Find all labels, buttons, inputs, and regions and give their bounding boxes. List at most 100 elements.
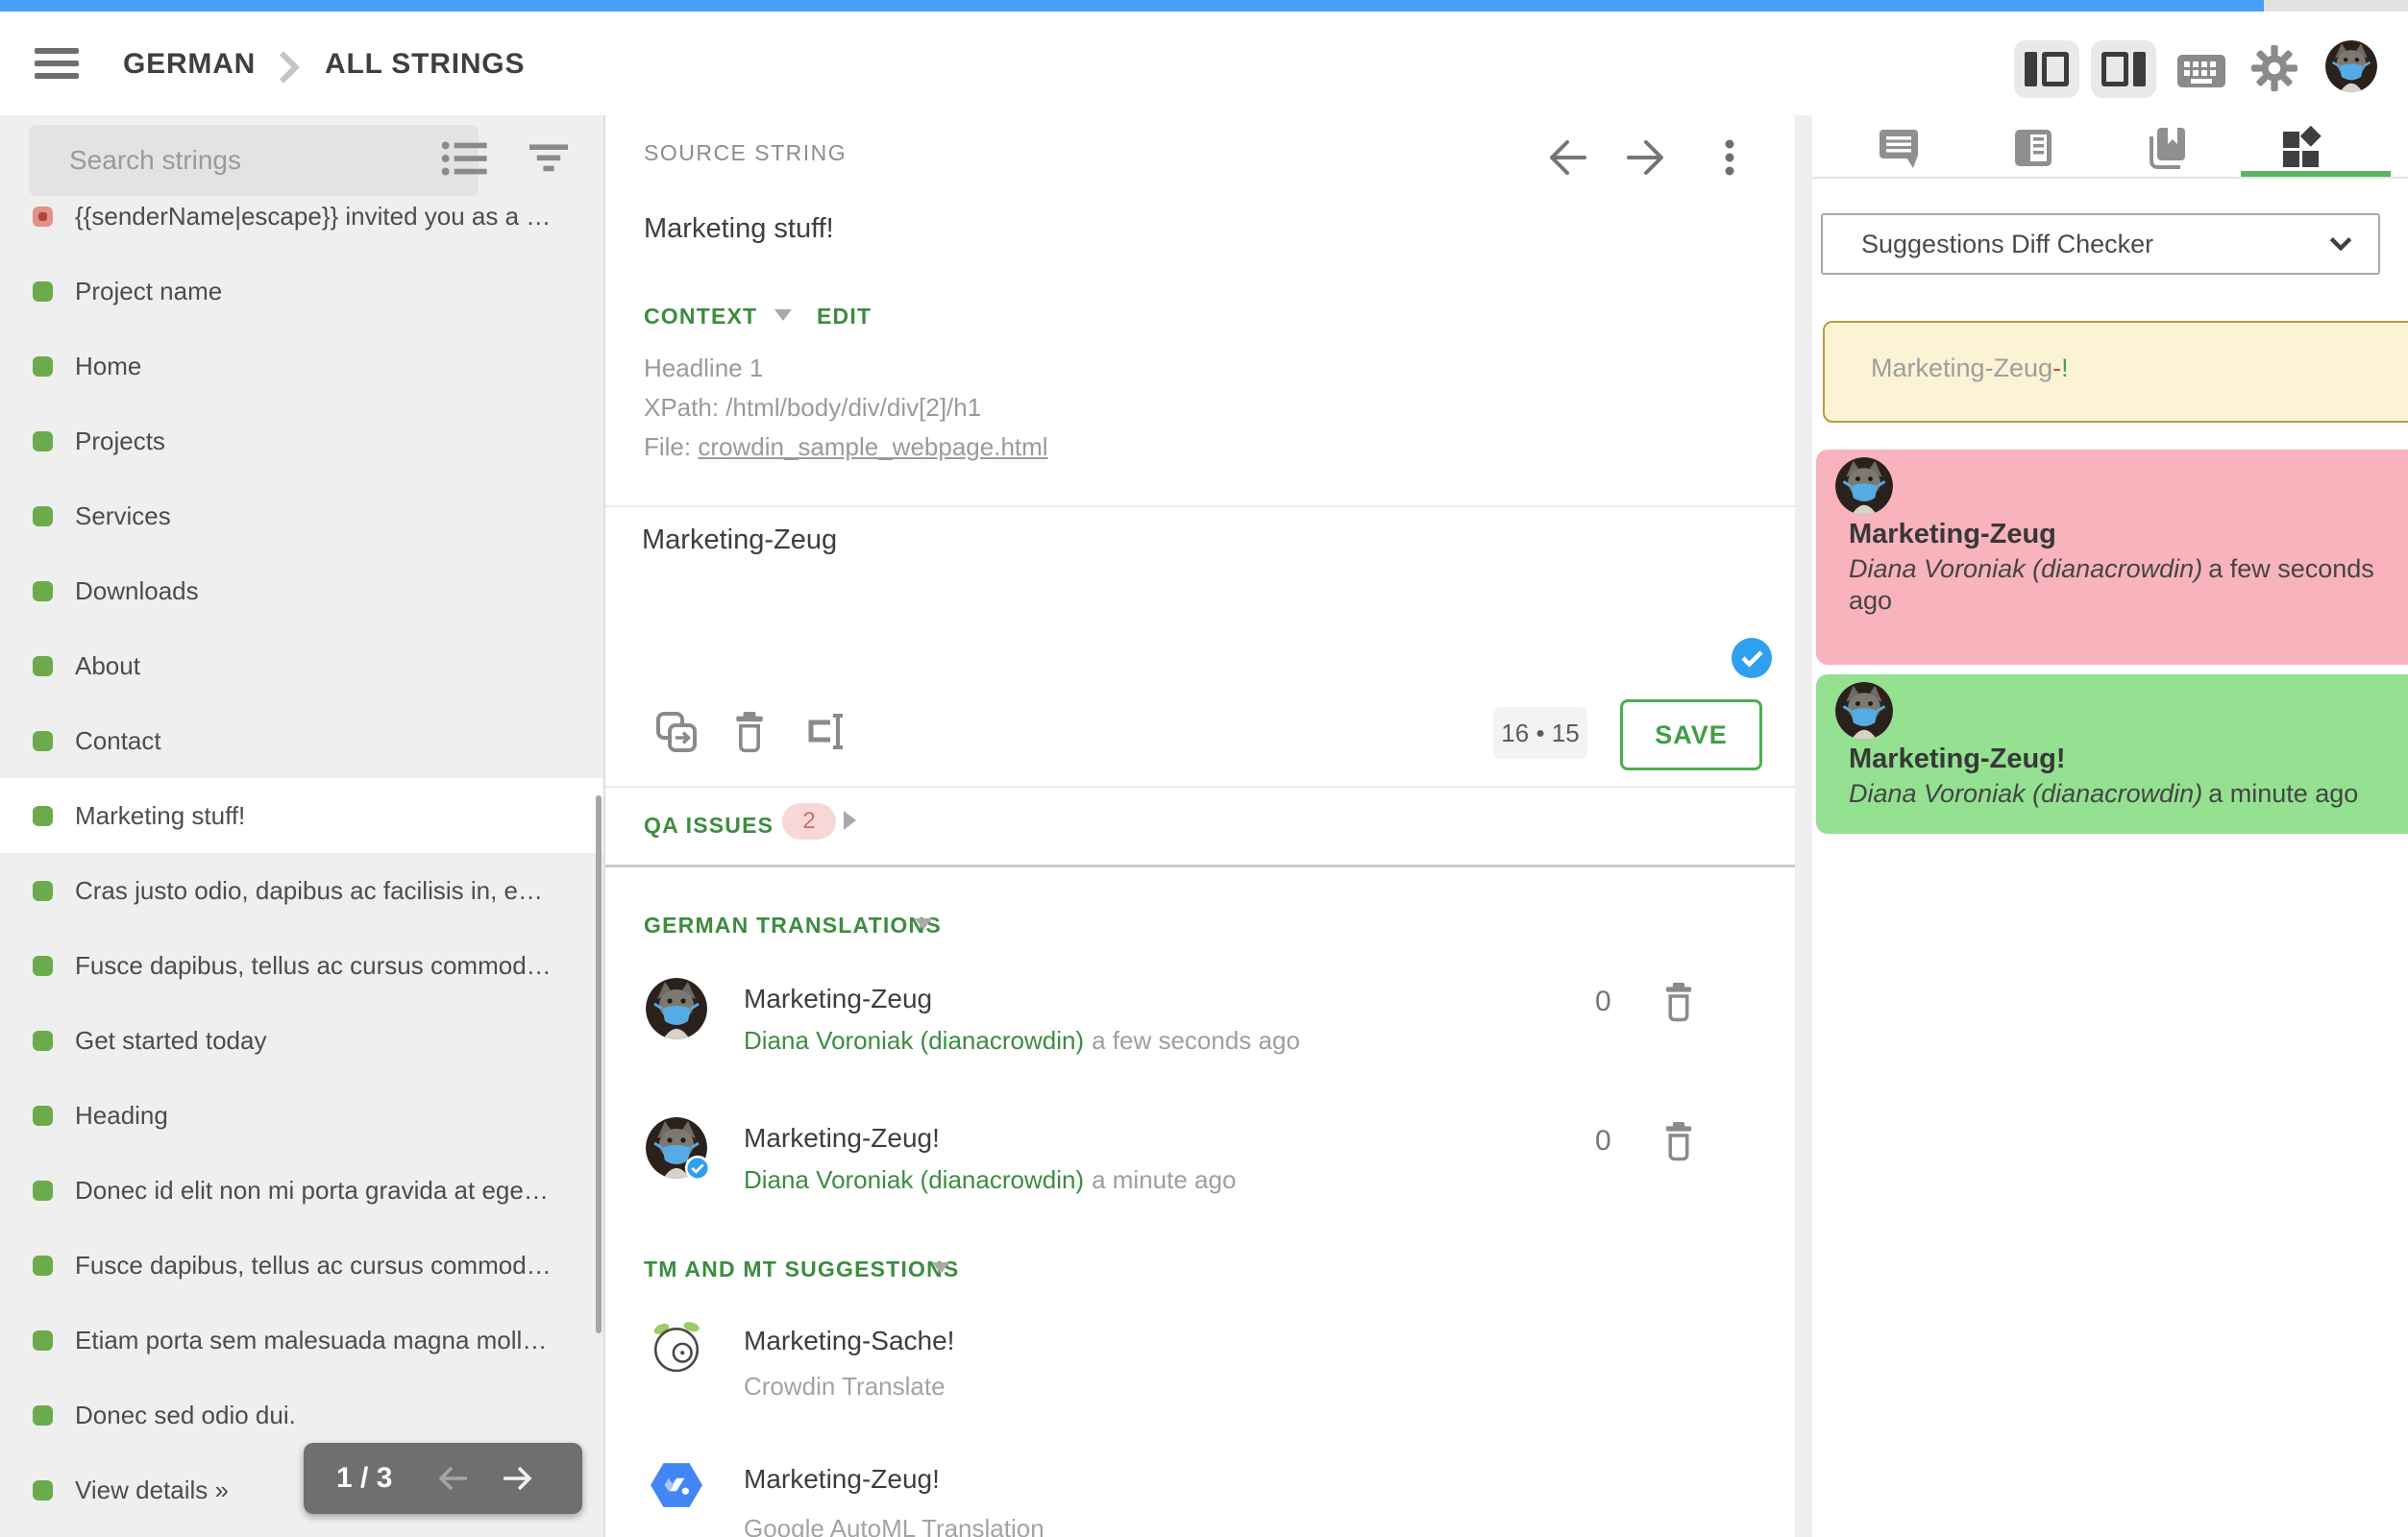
context-article-tab[interactable]: [2010, 125, 2056, 171]
clear-translation-icon[interactable]: [728, 709, 774, 755]
translation-text[interactable]: Marketing-Zeug: [744, 984, 932, 1014]
suggestion-text[interactable]: Marketing-Zeug!: [744, 1464, 940, 1495]
widgets-tab-active[interactable]: [2279, 125, 2325, 171]
delete-translation-icon[interactable]: [1659, 980, 1699, 1026]
string-status-translated-icon: [33, 656, 53, 676]
crowdin-translate-icon: [650, 1320, 703, 1374]
context-file-line: File: crowdin_sample_webpage.html: [644, 432, 1048, 462]
delete-translation-icon[interactable]: [1659, 1119, 1699, 1165]
string-list-item[interactable]: Home: [0, 329, 603, 403]
thick-divider: [605, 865, 1795, 867]
string-status-translated-icon: [33, 1181, 53, 1201]
divider: [605, 505, 1795, 507]
divider: [605, 786, 1795, 788]
divider: [1812, 177, 2408, 179]
sidebar-scrollbar[interactable]: [596, 795, 602, 1333]
diff-preview-box: Marketing-Zeug-!: [1823, 321, 2408, 423]
string-status-translated-icon: [33, 581, 53, 601]
previous-string-icon[interactable]: [1543, 134, 1591, 181]
panel-gutter: [1795, 115, 1812, 1537]
diff-suggestion-old[interactable]: Marketing-Zeug Diana Voroniak (dianacrow…: [1816, 450, 2408, 665]
suggestion-text[interactable]: Marketing-Sache!: [744, 1326, 954, 1356]
string-status-translated-icon: [33, 431, 53, 451]
more-options-icon[interactable]: [1707, 134, 1753, 181]
approved-mini-badge: [684, 1155, 711, 1182]
avatar: [1835, 457, 1893, 515]
tm-suggestions-header[interactable]: TM AND MT SUGGESTIONS: [644, 1256, 959, 1282]
glossary-book-tab[interactable]: [2143, 125, 2189, 171]
translation-input[interactable]: Marketing-Zeug: [640, 523, 1720, 699]
string-list-item[interactable]: Contact: [0, 703, 603, 778]
string-list: {{senderName|escape}} invited you as a ……: [0, 179, 603, 1527]
translation-byline: Diana Voroniak (dianacrowdin)a few secon…: [744, 1026, 1300, 1056]
copy-source-icon[interactable]: [653, 709, 700, 755]
edit-context-button[interactable]: EDIT: [817, 304, 872, 329]
suggestions-view-select[interactable]: Suggestions Diff Checker: [1821, 213, 2380, 275]
header-bar: GERMAN ALL STRINGS: [0, 12, 2408, 117]
side-tools-panel: Suggestions Diff Checker Marketing-Zeug-…: [1812, 115, 2408, 1537]
approved-check-badge[interactable]: [1732, 638, 1772, 678]
string-status-translated-icon: [33, 281, 53, 302]
prev-page-icon[interactable]: [434, 1463, 473, 1494]
side-by-side-layout-button[interactable]: [2014, 40, 2079, 98]
comments-tab[interactable]: [1876, 125, 1922, 171]
vote-count: 0: [1595, 1125, 1611, 1158]
chevron-right-icon: [273, 48, 306, 86]
string-list-item[interactable]: Downloads: [0, 553, 603, 628]
vote-count: 0: [1595, 986, 1611, 1018]
loading-bar-progress: [0, 0, 2264, 12]
string-list-item[interactable]: Donec id elit non mi porta gravida at eg…: [0, 1153, 603, 1228]
settings-gear-icon[interactable]: [2250, 44, 2298, 92]
qa-issues-count-badge: 2: [782, 803, 836, 840]
string-list-item[interactable]: Donec sed odio dui.: [0, 1378, 603, 1452]
next-string-icon[interactable]: [1622, 134, 1670, 181]
suggestion-source: Google AutoML Translation: [744, 1514, 1044, 1537]
comfortable-layout-button[interactable]: [2091, 40, 2156, 98]
string-list-item[interactable]: Get started today: [0, 1003, 603, 1078]
string-list-item[interactable]: Services: [0, 478, 603, 553]
author-link[interactable]: Diana Voroniak (dianacrowdin): [744, 1026, 1084, 1055]
translation-text[interactable]: Marketing-Zeug!: [744, 1123, 940, 1154]
char-counter: 16 • 15: [1493, 707, 1587, 759]
strings-sidebar: {{senderName|escape}} invited you as a ……: [0, 115, 603, 1537]
translations-section-header[interactable]: GERMAN TRANSLATIONS: [644, 913, 942, 939]
string-list-item[interactable]: {{senderName|escape}} invited you as a …: [0, 179, 603, 254]
string-list-item[interactable]: Etiam porta sem malesuada magna moll…: [0, 1303, 603, 1378]
next-page-icon[interactable]: [498, 1463, 536, 1494]
string-list-item[interactable]: Fusce dapibus, tellus ac cursus commod…: [0, 928, 603, 1003]
keyboard-shortcuts-icon[interactable]: [2175, 52, 2227, 90]
panel-right-icon: [2133, 52, 2146, 86]
string-status-translated-icon: [33, 881, 53, 901]
select-text-icon[interactable]: [803, 709, 849, 755]
breadcrumb-language[interactable]: GERMAN: [123, 48, 256, 81]
string-list-item[interactable]: About: [0, 628, 603, 703]
context-toggle[interactable]: CONTEXT: [644, 304, 757, 329]
translation-byline: Diana Voroniak (dianacrowdin)a minute ag…: [744, 1165, 1236, 1195]
string-list-item[interactable]: Heading: [0, 1078, 603, 1153]
filter-icon[interactable]: [525, 140, 573, 179]
qa-issues-toggle[interactable]: QA ISSUES: [644, 813, 774, 839]
string-list-item-selected[interactable]: Marketing stuff!: [0, 778, 603, 853]
user-avatar[interactable]: [2325, 40, 2377, 92]
string-status-issue-icon: [33, 207, 53, 227]
string-status-translated-icon: [33, 1031, 53, 1051]
string-list-item[interactable]: Cras justo odio, dapibus ac facilisis in…: [0, 853, 603, 928]
panel-left-icon: [2025, 52, 2037, 86]
suggestion-byline: Diana Voroniak (dianacrowdin)a minute ag…: [1849, 778, 2382, 810]
suggestion-source: Crowdin Translate: [744, 1372, 946, 1402]
save-button[interactable]: SAVE: [1620, 699, 1762, 770]
menu-icon[interactable]: [35, 44, 79, 83]
string-status-translated-icon: [33, 731, 53, 751]
context-xpath: XPath: /html/body/div/div[2]/h1: [644, 393, 981, 423]
string-list-item[interactable]: Project name: [0, 254, 603, 329]
diff-suggestion-new[interactable]: Marketing-Zeug! Diana Voroniak (dianacro…: [1816, 674, 2408, 834]
chevron-down-icon: [2328, 234, 2353, 254]
file-link[interactable]: crowdin_sample_webpage.html: [698, 432, 1047, 461]
string-list-item[interactable]: Fusce dapibus, tellus ac cursus commod…: [0, 1228, 603, 1303]
list-view-icon[interactable]: [440, 136, 490, 181]
breadcrumb-strings[interactable]: ALL STRINGS: [325, 48, 525, 81]
author-link[interactable]: Diana Voroniak (dianacrowdin): [744, 1165, 1084, 1194]
avatar: [646, 978, 707, 1039]
source-string-text: Marketing stuff!: [644, 213, 834, 245]
string-list-item[interactable]: Projects: [0, 403, 603, 478]
